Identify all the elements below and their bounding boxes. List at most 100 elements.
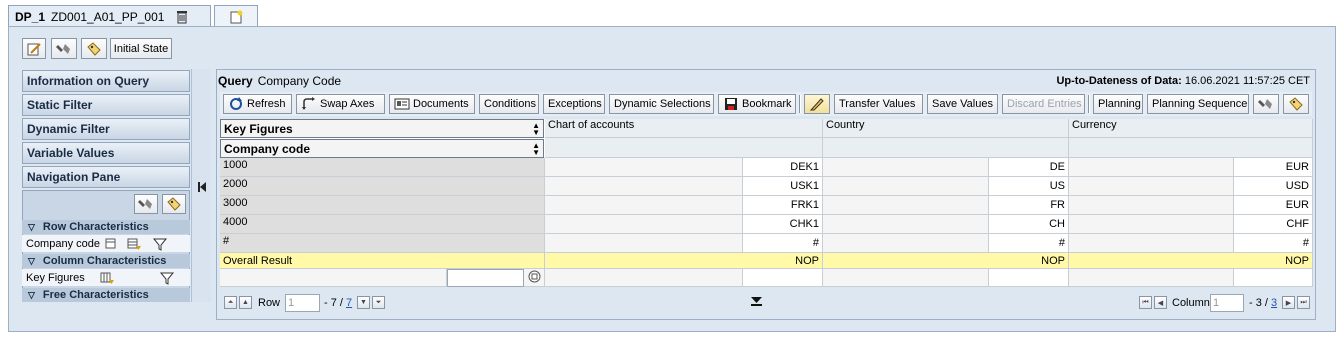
planning-button[interactable]: Planning [1093, 94, 1143, 114]
table-cell[interactable]: # [989, 234, 1069, 253]
exceptions-button[interactable]: Exceptions [543, 94, 605, 114]
table-cell[interactable]: FR [989, 196, 1069, 215]
table-cell[interactable]: DE [989, 158, 1069, 177]
table-cell[interactable]: # [743, 234, 823, 253]
settings-button[interactable] [51, 38, 77, 59]
row-header[interactable]: # [220, 234, 545, 253]
expand-down-icon[interactable] [750, 296, 763, 310]
scroll-prev-column-button[interactable]: ◀ [1154, 296, 1167, 309]
planning-sequence-button[interactable]: Planning Sequence [1147, 94, 1249, 114]
table-cell[interactable]: EUR [1234, 158, 1313, 177]
scroll-next-row-button[interactable]: ▼ [357, 296, 370, 309]
nav-variable-values[interactable]: Variable Values [22, 142, 190, 164]
table-cell[interactable]: DEK1 [743, 158, 823, 177]
column-header-chart-of-accounts[interactable]: Chart of accounts [545, 119, 823, 138]
row-range-prefix: - 7 / [324, 297, 343, 309]
input-cell[interactable] [989, 269, 1069, 287]
result-cell[interactable]: NOP [545, 253, 823, 269]
input-help-button[interactable] [524, 269, 545, 287]
edit-icon [26, 42, 42, 56]
nav-dynamic-filter[interactable]: Dynamic Filter [22, 118, 190, 140]
key-figures-label: Key Figures [224, 121, 293, 136]
column-total-link[interactable]: 3 [1271, 297, 1277, 309]
edit-button[interactable] [22, 38, 46, 59]
table-cell[interactable]: US [989, 177, 1069, 196]
column-characteristics-section[interactable]: ▽ Column Characteristics [22, 254, 190, 268]
section-label: Free Characteristics [42, 289, 149, 301]
cell-pad [545, 234, 743, 253]
scroll-last-column-button[interactable]: ⏭ [1297, 296, 1310, 309]
free-characteristics-section[interactable]: ▽ Free Characteristics [22, 288, 190, 302]
table-cell[interactable]: CHK1 [743, 215, 823, 234]
cell-pad [823, 234, 989, 253]
row-total-link[interactable]: 7 [346, 297, 352, 309]
scroll-first-row-button[interactable]: ⏶ [224, 296, 237, 309]
trash-icon[interactable] [174, 9, 190, 24]
table-cell[interactable]: # [1234, 234, 1313, 253]
row-item-label: Company code [26, 237, 100, 250]
new-tab-button[interactable] [214, 5, 258, 27]
value-help-icon [528, 270, 541, 286]
row-header[interactable]: 1000 [220, 158, 545, 177]
layout-icon[interactable] [104, 237, 120, 251]
filter-icon[interactable] [152, 237, 168, 251]
input-cell[interactable] [1234, 269, 1313, 287]
refresh-label: Refresh [247, 98, 286, 110]
move-to-columns-icon[interactable] [99, 271, 115, 285]
scroll-first-column-button[interactable]: ⏮ [1139, 296, 1152, 309]
table-cell[interactable]: USK1 [743, 177, 823, 196]
row-header[interactable]: 2000 [220, 177, 545, 196]
table-cell[interactable]: CHF [1234, 215, 1313, 234]
move-to-rows-icon[interactable] [126, 237, 142, 251]
scroll-prev-row-button[interactable]: ▲ [239, 296, 252, 309]
nav-settings-button[interactable] [134, 194, 158, 214]
swap-axes-button[interactable]: Swap Axes [296, 94, 385, 114]
input-cell[interactable] [743, 269, 823, 287]
initial-state-button[interactable]: Initial State [110, 38, 172, 59]
column-item-key-figures[interactable]: Key Figures [22, 269, 190, 286]
conditions-button[interactable]: Conditions [479, 94, 539, 114]
company-code-header[interactable]: Company code ▲ ▼ [220, 139, 544, 158]
nav-static-filter[interactable]: Static Filter [22, 94, 190, 116]
sort-icon[interactable]: ▲ ▼ [532, 121, 540, 136]
result-cell[interactable]: NOP [1069, 253, 1313, 269]
pane-collapse-bar[interactable] [191, 69, 211, 302]
transfer-values-button[interactable]: Transfer Values [834, 94, 923, 114]
save-values-button[interactable]: Save Values [927, 94, 998, 114]
table-cell[interactable]: EUR [1234, 196, 1313, 215]
edit-mode-toggle[interactable] [804, 94, 830, 114]
filter-icon[interactable] [159, 271, 175, 285]
documents-button[interactable]: Documents [389, 94, 475, 114]
new-row-input[interactable] [447, 269, 524, 287]
bookmark-button[interactable]: Bookmark [718, 94, 796, 114]
column-position-input[interactable]: 1 [1210, 294, 1244, 312]
column-header-currency[interactable]: Currency [1069, 119, 1313, 138]
query-settings-button[interactable] [1253, 94, 1279, 114]
table-cell[interactable]: USD [1234, 177, 1313, 196]
result-cell[interactable]: NOP [823, 253, 1069, 269]
column-header-country[interactable]: Country [823, 119, 1069, 138]
row-characteristics-section[interactable]: ▽ Row Characteristics [22, 220, 190, 234]
tag-button[interactable] [81, 38, 107, 59]
bookmark-label: Bookmark [742, 98, 792, 110]
nav-navigation-pane[interactable]: Navigation Pane [22, 166, 190, 188]
row-header[interactable]: 4000 [220, 215, 545, 234]
row-position-input[interactable]: 1 [285, 294, 320, 312]
table-cell[interactable]: CH [989, 215, 1069, 234]
collapse-left-icon[interactable] [197, 181, 207, 196]
refresh-button[interactable]: Refresh [223, 94, 292, 114]
key-figures-header[interactable]: Key Figures ▲ ▼ [220, 119, 544, 138]
nav-tag-button[interactable] [162, 194, 186, 214]
tab-dp-1[interactable]: DP_1 ZD001_A01_PP_001 [8, 5, 211, 27]
nav-information-on-query[interactable]: Information on Query [22, 70, 190, 92]
row-item-company-code[interactable]: Company code [22, 235, 190, 252]
table-cell[interactable]: FRK1 [743, 196, 823, 215]
sort-icon[interactable]: ▲ ▼ [532, 141, 540, 156]
scroll-last-row-button[interactable]: ⏷ [372, 296, 385, 309]
scroll-next-column-button[interactable]: ▶ [1282, 296, 1295, 309]
row-header[interactable]: 3000 [220, 196, 545, 215]
dynamic-selections-button[interactable]: Dynamic Selections [609, 94, 714, 114]
discard-entries-button[interactable]: Discard Entries [1002, 94, 1085, 114]
overall-result-label[interactable]: Overall Result [220, 253, 545, 269]
query-tag-button[interactable] [1283, 94, 1309, 114]
